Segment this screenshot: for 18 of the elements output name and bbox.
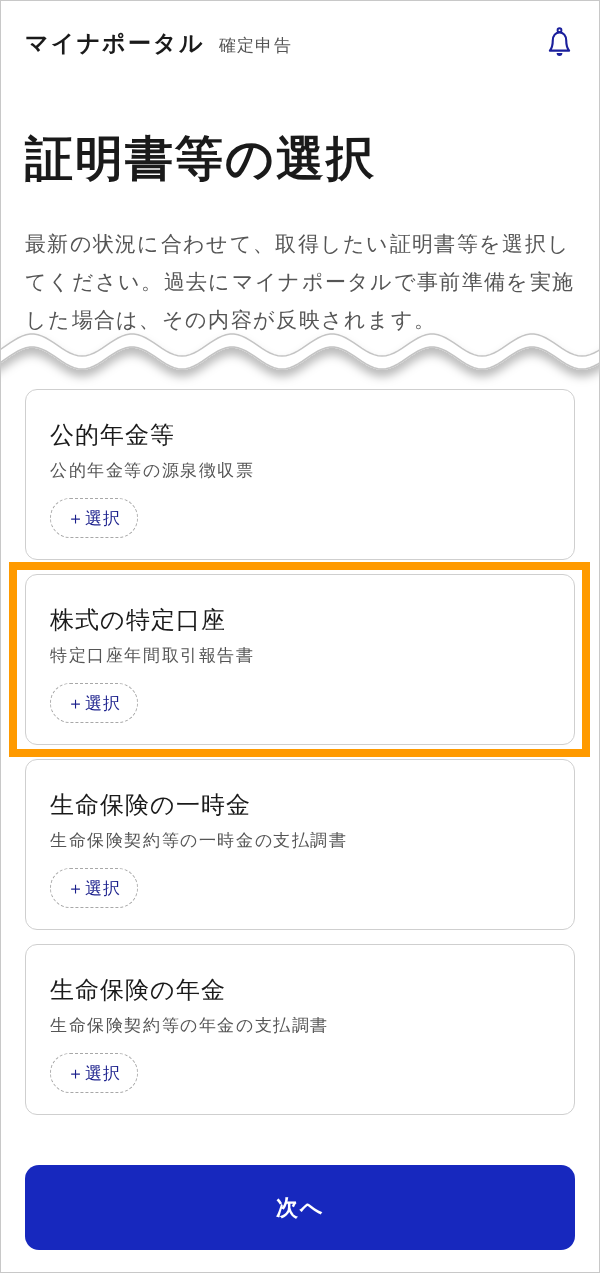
card-title: 生命保険の一時金 xyxy=(50,790,252,821)
description-text: 最新の状況に合わせて、取得したい証明書等を選択してください。過去にマイナポータルで事前準備を実施した場合は、その内容が反映されます。 xyxy=(25,231,576,334)
card-title: 生命保険の年金 xyxy=(50,975,227,1006)
bell-icon[interactable] xyxy=(547,27,572,58)
page-title: 証明書等の選択 xyxy=(25,129,377,188)
card-title: 公的年金等 xyxy=(50,420,176,451)
card-subtitle: 特定口座年間取引報告書 xyxy=(50,644,256,667)
app-title: マイナポータル xyxy=(25,28,205,58)
next-button[interactable]: 次へ xyxy=(25,1165,575,1250)
section-label: 確定申告 xyxy=(218,33,292,57)
select-button[interactable]: ＋選択 xyxy=(50,1053,138,1093)
card-subtitle: 生命保険契約等の一時金の支払調書 xyxy=(50,829,349,852)
card-subtitle: 生命保険契約等の年金の支払調書 xyxy=(50,1014,330,1037)
card-subtitle: 公的年金等の源泉徴収票 xyxy=(50,459,256,482)
select-button[interactable]: ＋選択 xyxy=(50,868,138,908)
select-button[interactable]: ＋選択 xyxy=(50,683,138,723)
select-button[interactable]: ＋選択 xyxy=(50,498,138,538)
card-title: 株式の特定口座 xyxy=(50,605,227,636)
